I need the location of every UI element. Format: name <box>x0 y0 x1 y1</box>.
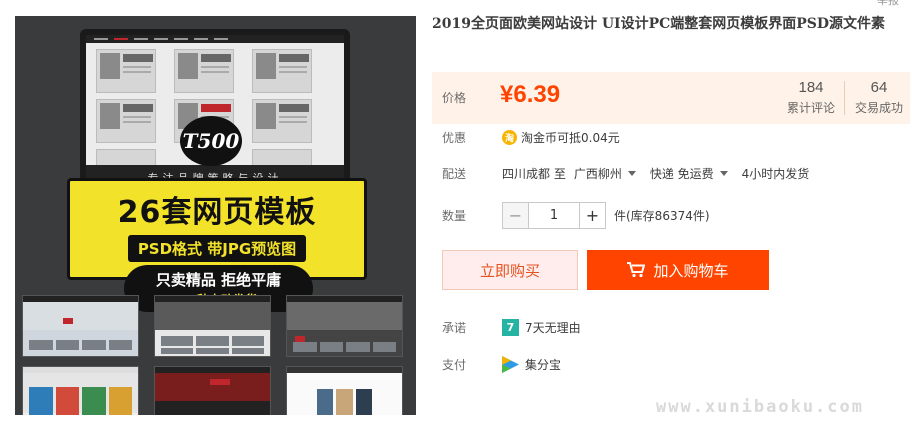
destination-value: 广西柳州 <box>573 167 622 181</box>
dispatch-time: 4小时内发货 <box>741 167 810 181</box>
banner-subtitle: PSD格式 带JPG预览图 <box>127 235 307 262</box>
quantity-label: 数量 <box>442 209 467 223</box>
mock-profile-tile <box>252 49 312 93</box>
buy-now-label: 立即购买 <box>479 261 540 280</box>
template-thumbnail <box>154 295 271 357</box>
destination-select[interactable]: 广西柳州 <box>574 165 636 182</box>
increase-button[interactable]: + <box>579 202 606 229</box>
shipping-method-select[interactable]: 快递 免运费 <box>650 165 728 182</box>
jifenbao-icon <box>502 356 519 373</box>
delivery-label: 配送 <box>442 167 467 181</box>
report-link[interactable]: 举报 <box>877 0 899 8</box>
delivery-from: 四川成都 至 <box>502 167 566 181</box>
delivery-row: 配送 四川成都 至 广西柳州 快递 免运费 4小时内发货 <box>442 165 809 182</box>
promise-text[interactable]: 7天无理由 <box>525 319 581 336</box>
reviews-label: 累计评论 <box>786 101 835 115</box>
pill-line1: 只卖精品 拒绝平庸 <box>155 271 282 289</box>
monitor-screen: 专注品牌策略与设计 <box>86 35 344 191</box>
mock-profile-tile <box>96 49 156 93</box>
quantity-stepper: − 1 + 件(库存86374件) <box>502 202 710 229</box>
taojinbi-icon: 淘 <box>502 130 517 145</box>
promo-text: 淘金币可抵0.04元 <box>521 131 620 145</box>
price-value: ¥6.39 <box>500 81 561 108</box>
price-box: 价格 ¥6.39 184 累计评论 64 交易成功 <box>432 72 910 124</box>
brand-logo: T500 <box>180 116 242 166</box>
mock-profile-tile <box>96 99 156 143</box>
mock-nav <box>86 35 344 43</box>
reviews-stat[interactable]: 184 累计评论 <box>777 79 845 116</box>
buy-now-button[interactable]: 立即购买 <box>442 250 578 290</box>
price-label: 价格 <box>442 91 467 105</box>
promise-label: 承诺 <box>442 321 467 335</box>
decrease-button[interactable]: − <box>502 202 529 229</box>
payment-text: 集分宝 <box>525 358 562 372</box>
quantity-row: 数量 − 1 + 件(库存86374件) <box>442 202 710 229</box>
template-thumbnail <box>286 366 403 415</box>
product-title[interactable]: 2019全页面欧美网站设计 UI设计PC端整套网页模板界面PSD源文件素 <box>432 14 902 34</box>
deals-count: 64 <box>870 79 888 96</box>
mock-profile-tile <box>252 99 312 143</box>
template-thumbnail <box>154 366 271 415</box>
payment-label: 支付 <box>442 358 467 372</box>
promo-label: 优惠 <box>442 131 467 145</box>
reviews-count: 184 <box>798 79 824 96</box>
payment-row: 支付 集分宝 <box>442 356 561 373</box>
template-thumbnail <box>22 366 139 415</box>
promo-row: 优惠 淘 淘金币可抵0.04元 <box>442 129 620 146</box>
add-to-cart-label: 加入购物车 <box>653 261 729 280</box>
seven-day-return-icon: 7 <box>502 319 519 336</box>
shipping-method-value: 快递 免运费 <box>649 167 714 181</box>
mock-profile-tile <box>174 49 234 93</box>
watermark: www.xunibaoku.com <box>656 397 864 417</box>
product-page: 举报 专注品牌策略与设计 T500 26套网页模板 PSD格式 带JPG预览图 … <box>0 0 912 421</box>
template-thumbnail <box>286 295 403 357</box>
cart-icon <box>627 262 646 278</box>
product-main-image[interactable]: 专注品牌策略与设计 T500 26套网页模板 PSD格式 带JPG预览图 只卖精… <box>15 16 416 415</box>
stock-text: 件(库存86374件) <box>614 209 710 223</box>
promise-row: 承诺 7 7天无理由 <box>442 319 581 336</box>
banner-title: 26套网页模板 <box>117 195 317 230</box>
template-thumbnail <box>22 295 139 357</box>
quantity-input[interactable]: 1 <box>529 202 579 229</box>
deals-stat: 64 交易成功 <box>845 79 912 116</box>
monitor-mockup: 专注品牌策略与设计 <box>80 29 350 197</box>
add-to-cart-button[interactable]: 加入购物车 <box>587 250 769 290</box>
chevron-down-icon <box>627 171 636 176</box>
deals-label: 交易成功 <box>854 101 903 115</box>
chevron-down-icon <box>719 171 728 176</box>
